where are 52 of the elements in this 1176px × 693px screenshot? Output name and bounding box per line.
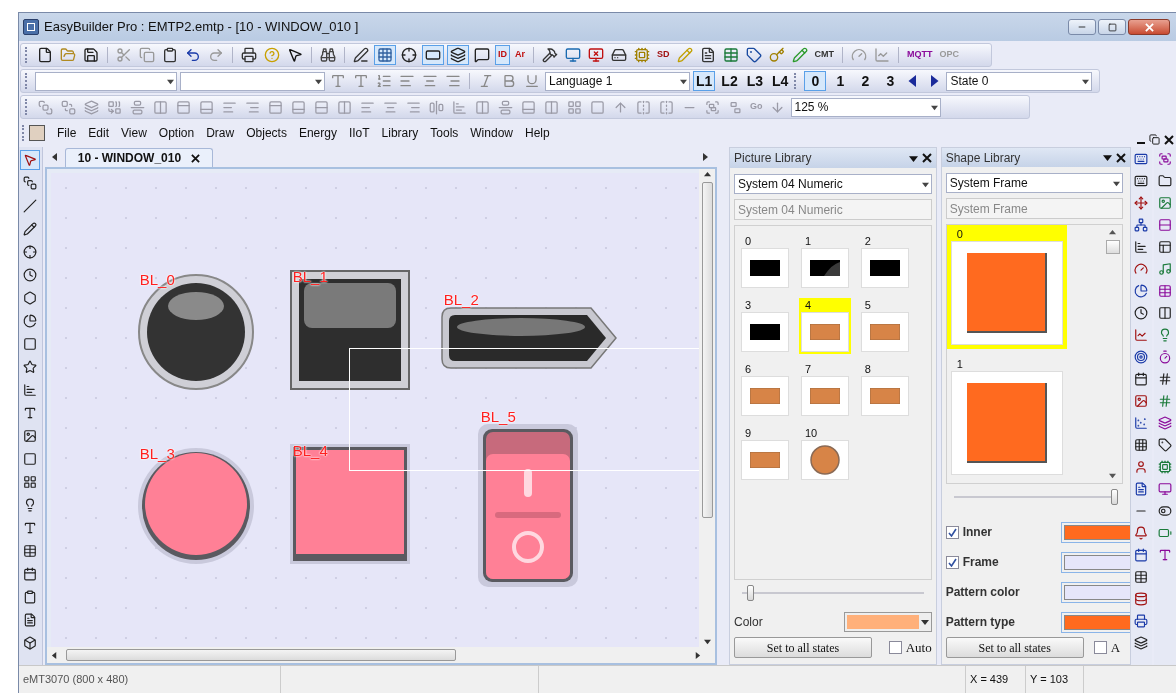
menu-item[interactable]: IIoT: [342, 124, 376, 142]
menu-item[interactable]: Objects: [240, 124, 293, 142]
state-toggle[interactable]: 1: [829, 71, 852, 91]
language-toggle[interactable]: L4: [769, 71, 792, 91]
property-label: Pattern type: [945, 614, 1015, 631]
toolbar-label-icon[interactable]: Ar: [513, 45, 527, 65]
menu-item[interactable]: Tools: [424, 124, 465, 142]
document-tab[interactable]: 10 - WINDOW_010: [64, 148, 214, 167]
set-all-states-button[interactable]: Set to all states: [945, 637, 1084, 658]
color-label: Color: [734, 614, 763, 631]
object-label: BL_0: [139, 272, 175, 287]
state-toggle[interactable]: 0: [804, 71, 827, 91]
window-title: EasyBuilder Pro : EMTP2.emtp - [10 - WINDOW_010 ]: [44, 18, 359, 37]
zoom-dropdown[interactable]: 125 %: [790, 97, 941, 117]
checkbox[interactable]: Frame: [945, 553, 999, 571]
menu-item[interactable]: Library: [375, 124, 425, 142]
state-toggle[interactable]: 2: [854, 71, 877, 91]
language-dropdown[interactable]: Language 1: [545, 71, 690, 91]
device-status: eMT3070 (800 x 480): [19, 666, 281, 693]
toolbar-label-icon[interactable]: SD: [655, 45, 672, 65]
x-coordinate: X = 439: [966, 666, 1026, 693]
toolbar-label-icon[interactable]: CMT: [812, 45, 837, 65]
toolbar-label-icon[interactable]: ID: [495, 45, 510, 65]
language-toggle[interactable]: L1: [693, 71, 716, 91]
object-label: BL_2: [443, 292, 479, 307]
category-dropdown[interactable]: System 04 Numeric: [734, 174, 932, 194]
language-toggle[interactable]: L3: [743, 71, 767, 91]
state-dropdown[interactable]: State 0: [946, 71, 1093, 91]
object-label: BL_5: [480, 409, 516, 424]
menu-item[interactable]: Window: [464, 124, 519, 142]
menu-item[interactable]: Energy: [292, 124, 343, 142]
checkbox[interactable]: A: [1093, 637, 1121, 658]
picture-tile[interactable]: 4: [798, 298, 851, 354]
menu-item[interactable]: Draw: [200, 124, 241, 142]
panel-title: Picture Library: [734, 150, 812, 167]
panel-title: Shape Library: [945, 149, 1021, 167]
menu-item[interactable]: Edit: [82, 124, 116, 142]
toolbar-label-icon[interactable]: MQTT: [905, 45, 935, 65]
object-label: BL_3: [139, 446, 175, 461]
property-label: Pattern color: [945, 584, 1020, 601]
state-toggle[interactable]: 3: [879, 71, 902, 91]
checkbox[interactable]: Auto: [888, 637, 932, 658]
checkbox[interactable]: Inner: [945, 523, 992, 541]
menu-item[interactable]: Option: [152, 124, 201, 142]
language-toggle[interactable]: L2: [718, 71, 741, 91]
category-dropdown[interactable]: System Frame: [945, 173, 1123, 193]
menu-item[interactable]: File: [51, 124, 83, 142]
menu-item[interactable]: Help: [519, 124, 556, 142]
shape-tile[interactable]: 0: [946, 225, 1067, 349]
set-all-states-button[interactable]: Set to all states: [734, 637, 872, 658]
menu-item[interactable]: View: [115, 124, 153, 142]
y-coordinate: Y = 103: [1026, 666, 1084, 693]
